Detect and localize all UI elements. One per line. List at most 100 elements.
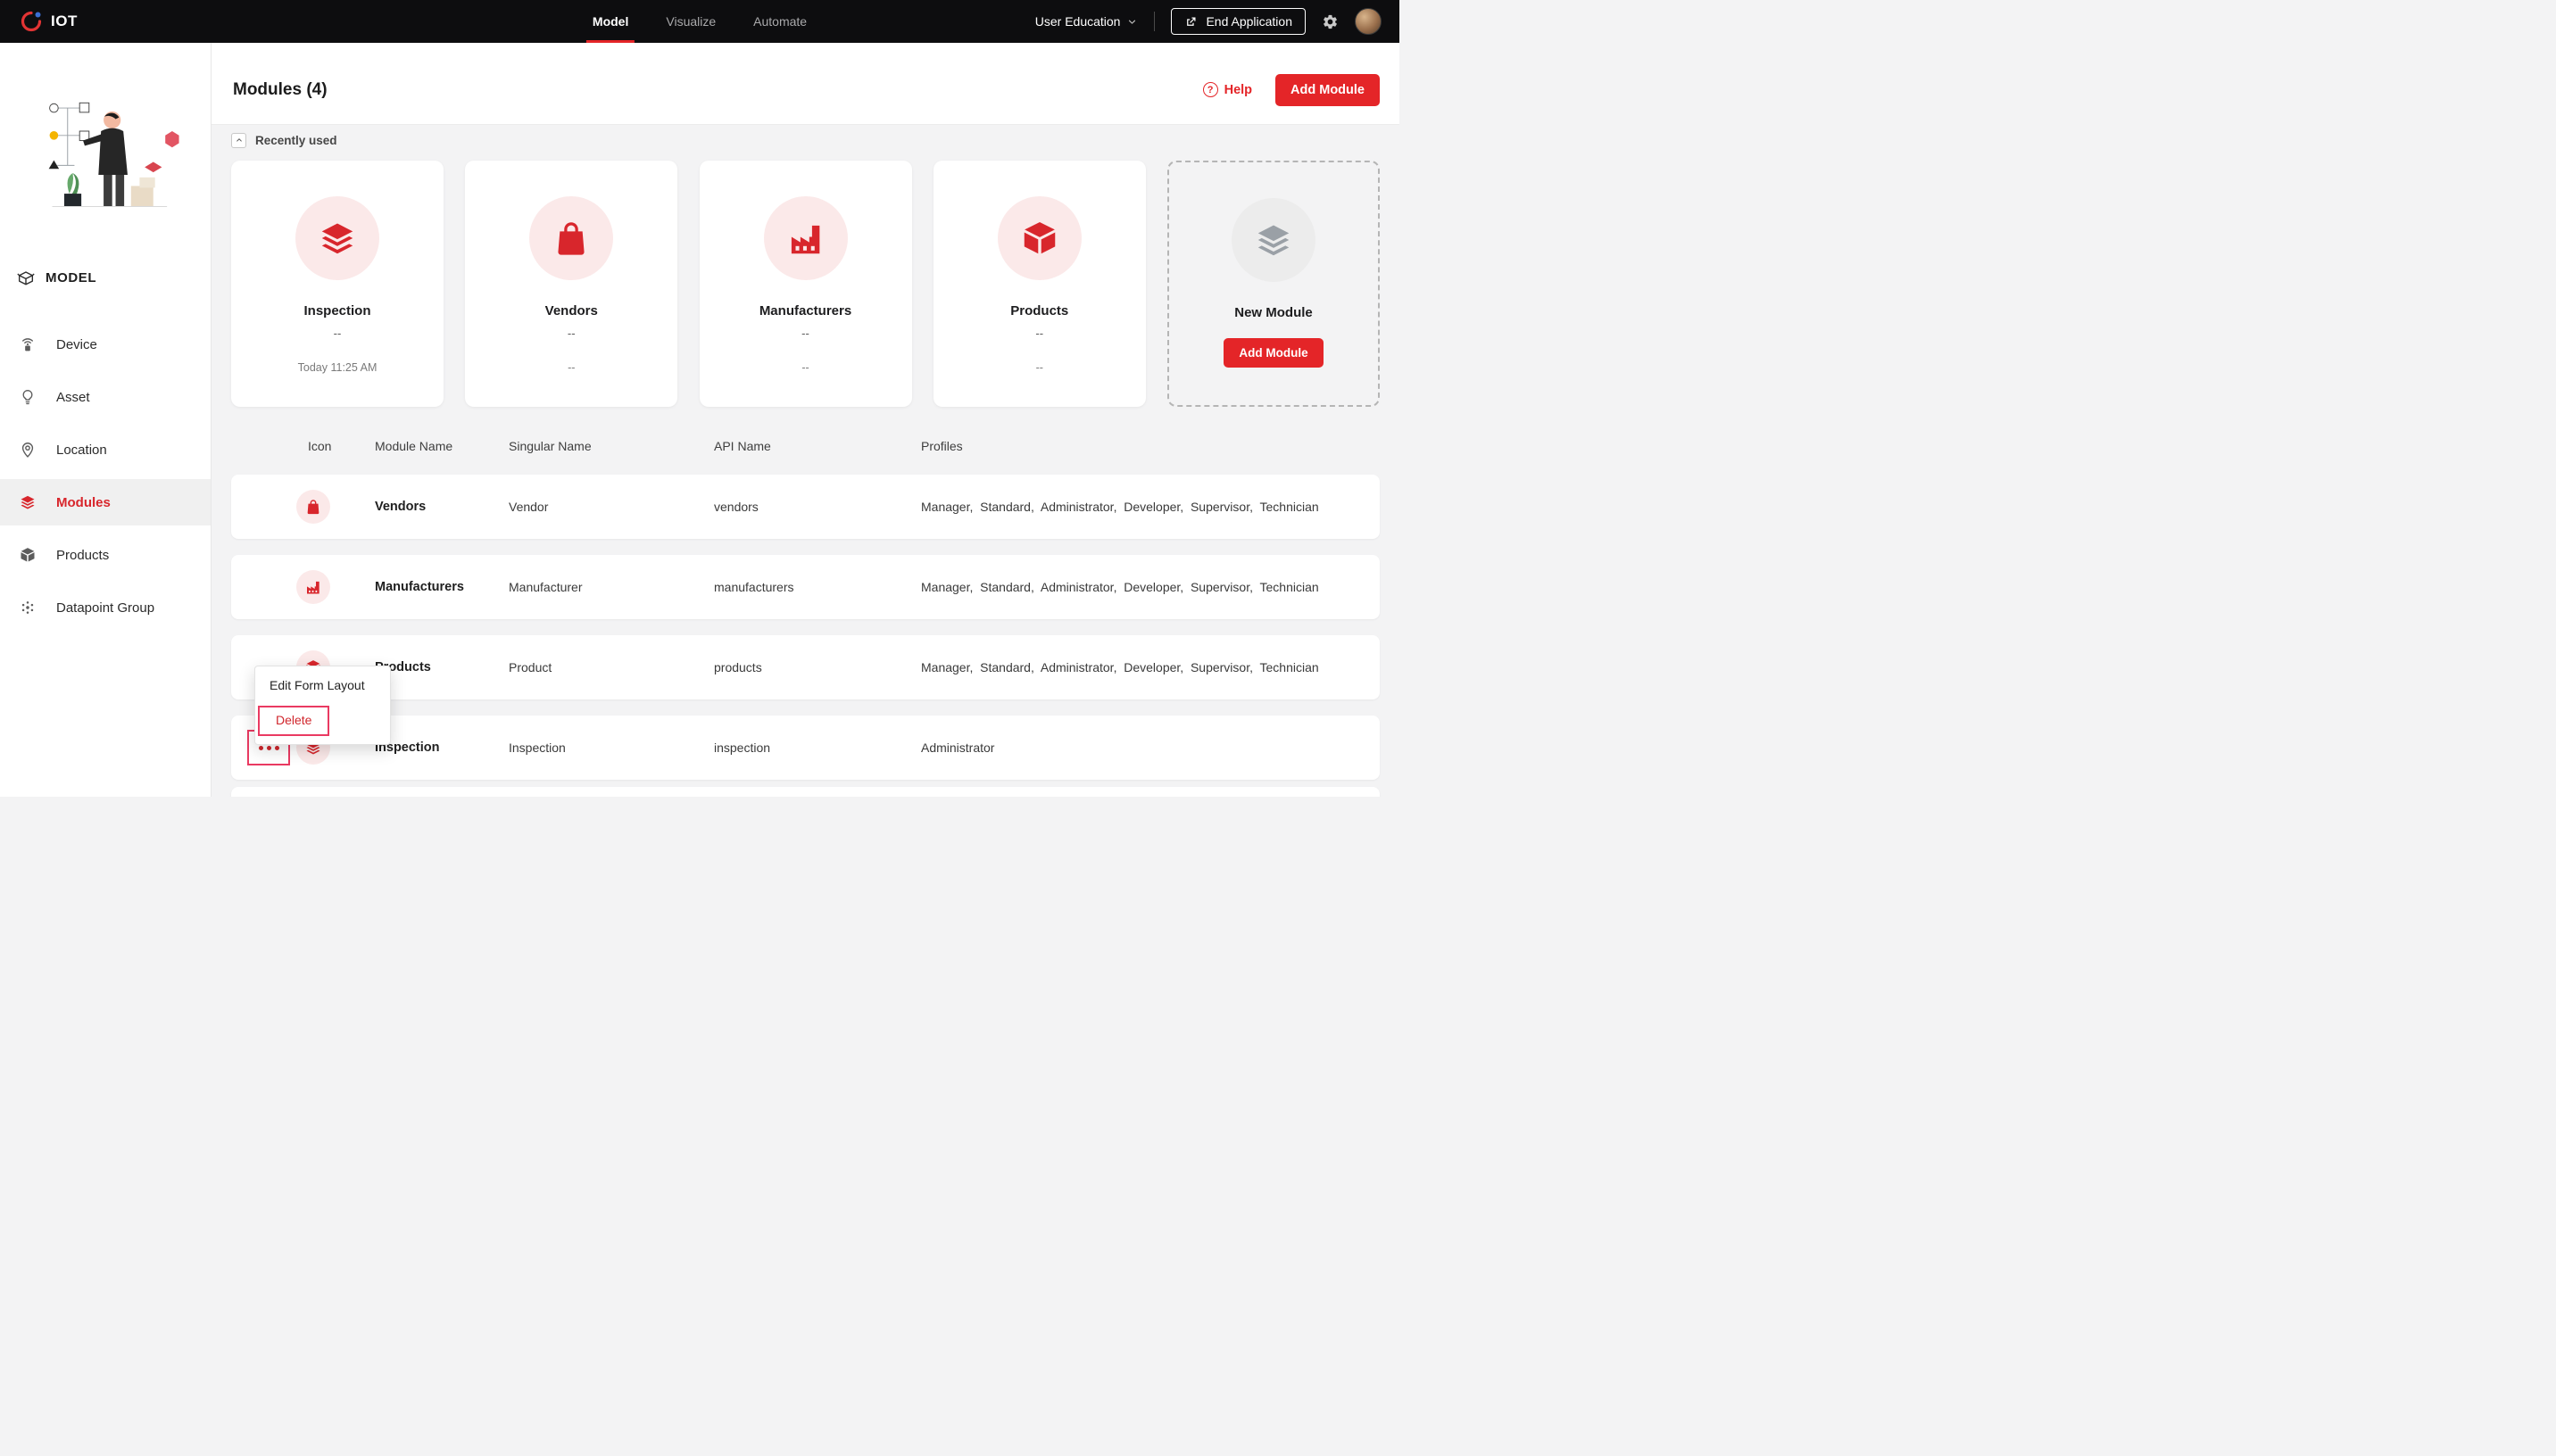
sidebar-item[interactable]: Asset	[0, 374, 211, 420]
module-card-icon-circle	[763, 196, 848, 280]
profiles: Manager, Standard, Administrator, Develo…	[921, 500, 1319, 514]
user-avatar[interactable]	[1355, 8, 1382, 35]
new-module-icon-circle	[1232, 198, 1315, 282]
module-icon	[551, 218, 592, 259]
profiles: Administrator	[921, 740, 995, 755]
new-module-card[interactable]: New Module Add Module	[1167, 161, 1380, 407]
module-icon	[317, 218, 358, 259]
singular-name: Product	[509, 660, 552, 674]
page-title: Modules (4)	[233, 79, 328, 99]
end-application-button[interactable]: End Application	[1171, 8, 1306, 35]
sidebar-item-label: Modules	[56, 494, 111, 510]
sidebar-item-icon	[19, 599, 37, 616]
sidebar-item[interactable]: Location	[0, 426, 211, 473]
profiles: Manager, Standard, Administrator, Develo…	[921, 580, 1319, 594]
modules-table: Vendors Vendor vendors Manager, Standard…	[231, 475, 1380, 780]
singular-name: Vendor	[509, 500, 549, 514]
new-module-add-button[interactable]: Add Module	[1224, 338, 1324, 368]
primary-nav: Model Visualize Automate	[574, 0, 826, 43]
module-icon-circle	[296, 490, 330, 524]
context-menu-item[interactable]: Delete	[258, 706, 330, 736]
help-icon: ?	[1202, 82, 1218, 97]
table-column-header: Singular Name	[509, 439, 592, 453]
chevron-up-icon	[235, 136, 244, 145]
module-card-meta: --	[568, 361, 576, 374]
module-card-title: Products	[1010, 303, 1069, 318]
external-link-icon	[1184, 15, 1198, 29]
user-menu-label: User Education	[1034, 14, 1121, 29]
module-card-icon-circle	[295, 196, 379, 280]
settings-button[interactable]	[1322, 13, 1339, 30]
collapse-section-button[interactable]	[231, 132, 246, 148]
top-navbar: IOT Model Visualize Automate User Educat…	[0, 0, 1399, 43]
module-card-value: --	[333, 327, 342, 340]
sidebar-item-icon	[19, 335, 37, 353]
new-module-title: New Module	[1234, 305, 1313, 320]
module-name: Manufacturers	[375, 580, 464, 594]
module-icon	[304, 578, 322, 596]
sidebar-item[interactable]: Datapoint Group	[0, 584, 211, 631]
page-header: Modules (4) ? Help Add Module	[212, 43, 1399, 125]
module-table-row[interactable]: Vendors Vendor vendors Manager, Standard…	[231, 475, 1380, 539]
help-button[interactable]: ? Help	[1202, 82, 1252, 97]
sidebar-item-label: Products	[56, 547, 110, 563]
nav-divider	[1154, 12, 1156, 31]
module-card-value: --	[1035, 327, 1044, 340]
module-card[interactable]: Products -- --	[933, 161, 1146, 407]
module-table-row[interactable]: Products Product products Manager, Stand…	[231, 635, 1380, 699]
sidebar-illustration	[20, 84, 191, 221]
sidebar-item[interactable]: Products	[0, 532, 211, 578]
module-card-title: Manufacturers	[759, 303, 852, 318]
profiles: Manager, Standard, Administrator, Develo…	[921, 660, 1319, 674]
sidebar-item-icon	[19, 493, 37, 511]
module-card-meta: --	[801, 361, 809, 374]
next-row-peek	[231, 787, 1380, 797]
end-application-label: End Application	[1206, 14, 1292, 29]
context-menu: Edit Form Layout Delete	[254, 666, 391, 745]
recently-used-label: Recently used	[255, 133, 337, 147]
table-column-header: Module Name	[375, 439, 453, 453]
context-menu-item-label: Edit Form Layout	[270, 678, 365, 692]
module-card-meta: --	[1035, 361, 1043, 374]
module-card[interactable]: Manufacturers -- --	[699, 161, 912, 407]
add-module-button[interactable]: Add Module	[1275, 73, 1380, 106]
row-icon-cell	[296, 570, 375, 604]
recently-used-cards: Inspection -- Today 11:25 AM Vendors -- …	[231, 161, 1380, 407]
sidebar-item[interactable]: Modules	[0, 479, 211, 525]
nav-tab[interactable]: Automate	[734, 0, 826, 43]
nav-tab-label: Model	[592, 14, 629, 29]
module-table-row[interactable]: Inspection Inspection inspection Adminis…	[231, 716, 1380, 780]
module-card-icon-circle	[529, 196, 614, 280]
layers-icon	[1253, 219, 1294, 261]
nav-tab-label: Visualize	[666, 14, 717, 29]
app-logo[interactable]: IOT	[0, 10, 78, 33]
user-menu-dropdown[interactable]: User Education	[1035, 14, 1139, 29]
module-icon-circle	[296, 570, 330, 604]
sidebar-item-icon	[19, 388, 37, 406]
module-card[interactable]: Inspection -- Today 11:25 AM	[231, 161, 444, 407]
sidebar-item-icon	[19, 546, 37, 564]
api-name: manufacturers	[714, 580, 794, 594]
sidebar-section-label: MODEL	[46, 269, 97, 285]
sidebar-item[interactable]: Device	[0, 321, 211, 368]
sidebar-section-model: MODEL	[16, 268, 211, 287]
ellipsis-icon	[258, 745, 263, 750]
context-menu-item[interactable]: Edit Form Layout	[255, 673, 390, 699]
module-table-row[interactable]: Manufacturers Manufacturer manufacturers…	[231, 555, 1380, 619]
sidebar-menu: Device Asset Location Modules Products D…	[0, 321, 211, 631]
module-icon	[1019, 218, 1060, 259]
table-column-header: API Name	[714, 439, 771, 453]
nav-tab[interactable]: Model	[574, 0, 647, 43]
nav-tab[interactable]: Visualize	[647, 0, 734, 43]
module-card[interactable]: Vendors -- --	[465, 161, 678, 407]
module-card-title: Vendors	[544, 303, 598, 318]
module-card-value: --	[567, 327, 576, 340]
module-card-title: Inspection	[303, 303, 371, 318]
sidebar-item-label: Location	[56, 442, 107, 458]
module-icon	[785, 218, 826, 259]
module-card-icon-circle	[997, 196, 1082, 280]
chevron-down-icon	[1126, 16, 1138, 28]
nav-tab-label: Automate	[753, 14, 808, 29]
api-name: vendors	[714, 500, 759, 514]
sidebar-item-icon	[19, 441, 37, 459]
